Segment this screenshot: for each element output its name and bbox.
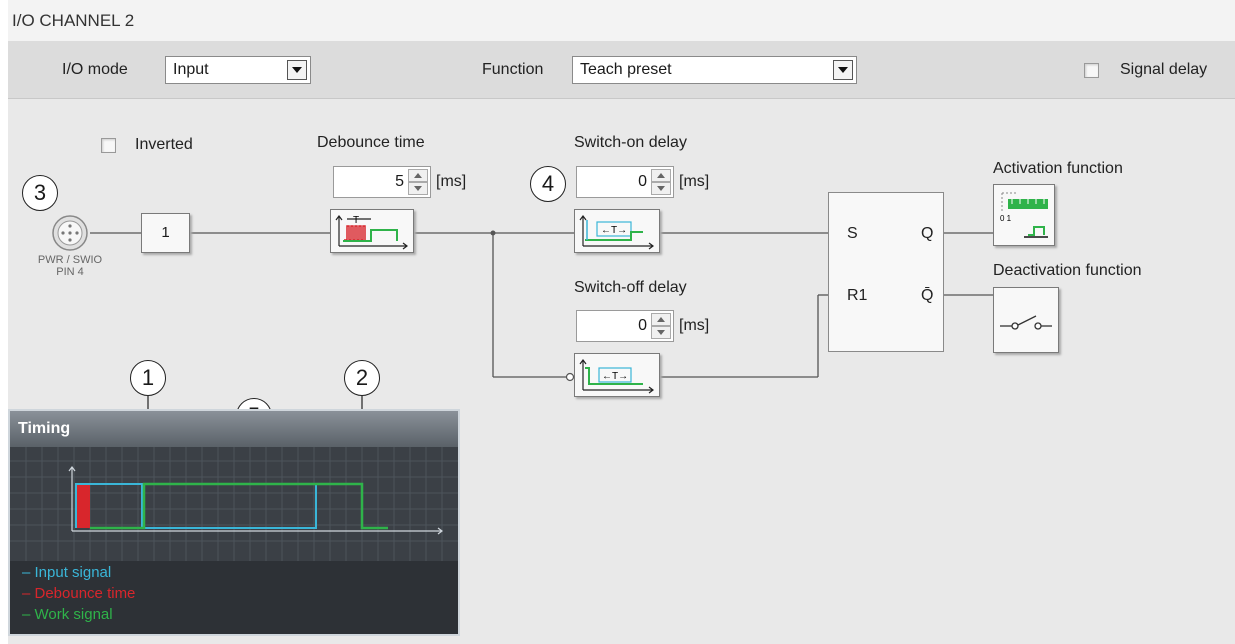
pin-label-line1: PWR / SWIO	[37, 254, 103, 266]
timing-title: Timing	[10, 411, 458, 447]
flipflop-r1-input: R1	[847, 287, 868, 304]
deactivation-function-label: Deactivation function	[993, 262, 1142, 279]
spin-down-icon[interactable]	[651, 326, 671, 339]
svg-text:←T→: ←T→	[602, 371, 628, 382]
deactivation-function-block[interactable]	[993, 287, 1059, 353]
debounce-icon: T	[335, 215, 408, 250]
switch-on-delay-label: Switch-on delay	[574, 134, 687, 151]
spin-down-icon[interactable]	[408, 182, 428, 195]
callout-2: 2	[344, 360, 380, 396]
switch-on-delay-block[interactable]: ←T→	[574, 209, 660, 253]
callout-4: 4	[530, 166, 566, 202]
switch-on-delay-unit: [ms]	[679, 173, 710, 190]
svg-text:T: T	[353, 215, 359, 226]
connector-pin-icon	[52, 215, 88, 251]
callout-3: 3	[22, 175, 58, 211]
legend-input-signal: – Input signal	[22, 564, 112, 581]
timing-diagram	[10, 447, 458, 561]
activation-function-block[interactable]: 0 1	[993, 184, 1055, 246]
activation-function-label: Activation function	[993, 160, 1123, 177]
switch-open-icon	[1000, 315, 1052, 330]
spin-up-icon[interactable]	[408, 169, 428, 182]
legend-work-signal: – Work signal	[22, 606, 113, 623]
switch-off-delay-value: 0	[638, 317, 647, 334]
spin-up-icon[interactable]	[651, 313, 671, 326]
switch-off-delay-label: Switch-off delay	[574, 279, 687, 296]
switch-on-delay-value: 0	[638, 173, 647, 190]
switch-off-delay-unit: [ms]	[679, 317, 710, 334]
switch-off-delay-icon: ←T→	[579, 359, 654, 394]
switch-off-delay-spinner[interactable]: 0	[576, 310, 674, 342]
rs-flipflop-block[interactable]: S R1 Q Q̄	[828, 192, 944, 352]
debounce-time-spinner[interactable]: 5	[333, 166, 431, 198]
inverted-label: Inverted	[135, 136, 193, 153]
spin-down-icon[interactable]	[651, 182, 671, 195]
inverter-block[interactable]: 1	[141, 213, 190, 253]
inverted-checkbox[interactable]	[101, 138, 116, 153]
legend-debounce-time: – Debounce time	[22, 585, 136, 602]
flipflop-qbar-output: Q̄	[921, 287, 934, 304]
spin-up-icon[interactable]	[651, 169, 671, 182]
debounce-unit: [ms]	[436, 173, 467, 190]
timing-panel: Timing – Input signal – Debounce time – …	[8, 409, 460, 636]
callout-1: 1	[130, 360, 166, 396]
svg-text:←T→: ←T→	[601, 225, 627, 236]
activation-ruler-icon: 0 1	[1000, 192, 1048, 238]
pin-label: PWR / SWIO PIN 4	[22, 254, 118, 278]
pin-label-line2: PIN 4	[56, 266, 84, 278]
switch-on-delay-icon: ←T→	[579, 215, 654, 250]
switch-on-delay-spinner[interactable]: 0	[576, 166, 674, 198]
debounce-time-value: 5	[395, 173, 404, 190]
svg-text:0 1: 0 1	[1000, 214, 1012, 223]
switch-off-delay-block[interactable]: ←T→	[574, 353, 660, 397]
flipflop-s-input: S	[847, 225, 858, 242]
flipflop-q-output: Q	[921, 225, 934, 242]
debounce-function-block[interactable]: T	[330, 209, 414, 253]
debounce-time-label: Debounce time	[317, 134, 425, 151]
